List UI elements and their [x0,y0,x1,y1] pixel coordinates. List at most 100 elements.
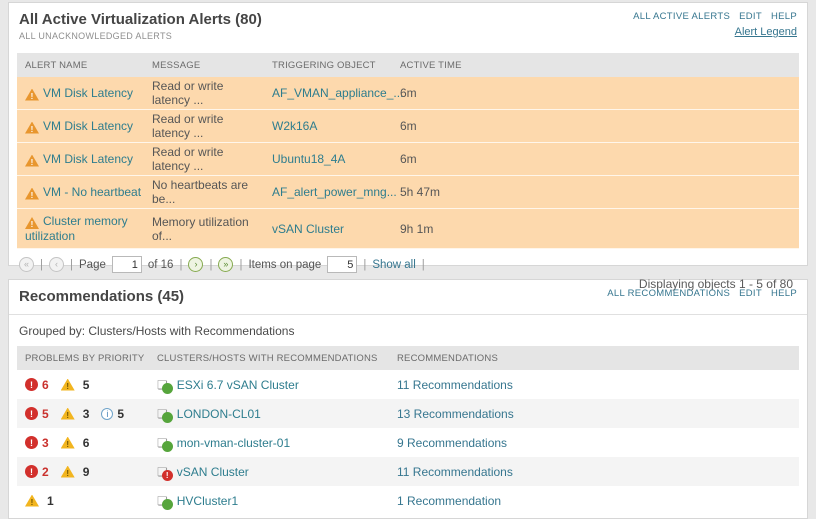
status-critical-icon: ! [161,469,173,481]
recommendations-link[interactable]: 13 Recommendations [397,407,514,421]
status-up-icon [161,382,173,394]
warning-count: 5 [82,377,90,392]
problems-by-priority: ! 1 [17,494,149,508]
edit-link[interactable]: EDIT [739,11,762,22]
col-problems-by-priority: PROBLEMS BY PRIORITY [25,352,145,364]
items-on-page-input[interactable] [327,256,358,273]
recommendations-link[interactable]: 11 Recommendations [397,465,513,479]
alert-row[interactable]: ! VM Disk Latency Read or write latency .… [17,77,799,110]
separator: | [70,258,73,271]
recommendations-cell: 13 Recommendations [389,407,799,421]
separator: | [421,258,425,271]
page-number-input[interactable] [111,256,142,273]
triggering-object-link[interactable]: AF_alert_power_mng... [264,185,397,199]
triggering-object-link[interactable]: vSAN Cluster [264,222,392,236]
items-on-page-label: Items on page [248,258,322,271]
alert-name-link[interactable]: ! VM Disk Latency [17,119,144,134]
triggering-object-link[interactable]: Ubuntu18_4A [264,152,392,166]
alert-message: Read or write latency ... [152,145,224,173]
warning-triangle-icon: ! [25,121,39,134]
cluster-link[interactable]: vSAN Cluster [177,465,249,479]
cluster-link[interactable]: HVCluster1 [177,494,238,508]
prev-page-button[interactable]: ‹ [49,257,64,272]
alert-legend-link[interactable]: Alert Legend [735,26,797,38]
recommendation-row[interactable]: ! 2 ! 9 ❏! vSAN Cluster 11 Recommendations [17,457,799,486]
next-page-button[interactable]: › [188,257,204,272]
col-message: MESSAGE [152,59,201,71]
alert-row[interactable]: ! Cluster memory utilization Memory utili… [17,209,799,249]
alert-active-time: 6m [400,119,417,133]
cluster-link[interactable]: ESXi 6.7 vSAN Cluster [177,378,299,392]
show-all-link[interactable]: Show all [372,259,415,271]
alert-message: Read or write latency ... [152,112,224,140]
cluster-icon: ❏ [157,378,173,394]
critical-count: 2 [42,464,49,479]
separator: | [209,258,213,271]
triggering-object-link[interactable]: W2k16A [264,119,392,133]
warning-triangle-icon: ! [60,465,75,478]
recommendations-cell: 1 Recommendation [389,494,799,508]
status-up-icon [161,411,173,423]
alert-row[interactable]: ! VM - No heartbeat No heartbeats are be.… [17,176,799,209]
cluster-link[interactable]: mon-vman-cluster-01 [177,436,290,450]
warning-count: 9 [82,464,90,479]
info-count: 5 [117,406,125,421]
status-up-icon [161,440,173,452]
critical-icon: ! [25,407,38,420]
cluster-cell: ❏! vSAN Cluster [149,465,389,481]
triggering-object-link[interactable]: AF_VMAN_appliance_... [264,86,403,100]
critical-icon: ! [25,436,38,449]
alert-message: Memory utilization of... [152,214,249,243]
recommendations-cell: 9 Recommendations [389,436,799,450]
page-label: Page [79,258,106,271]
cluster-icon: ❏ [157,494,173,510]
problems-by-priority: ! 3 ! 6 [17,436,149,450]
cluster-link[interactable]: LONDON-CL01 [177,407,261,421]
help-link[interactable]: HELP [771,11,797,22]
recommendations-cell: 11 Recommendations [389,465,799,479]
cluster-icon: ❏ [157,436,173,452]
help-link[interactable]: HELP [771,288,797,299]
alert-row[interactable]: ! VM Disk Latency Read or write latency .… [17,143,799,176]
recommendations-panel: Recommendations (45) ALL RECOMMENDATIONS… [8,279,808,519]
problems-by-priority: ! 5 ! 3 i5 [17,407,149,421]
recommendations-header-links: ALL RECOMMENDATIONS EDIT HELP [607,288,797,299]
alerts-panel-header: All Active Virtualization Alerts (80) AL… [9,3,807,45]
col-recommendations: RECOMMENDATIONS [397,352,498,364]
alert-name-link[interactable]: ! VM - No heartbeat [17,185,144,200]
all-recommendations-link[interactable]: ALL RECOMMENDATIONS [607,288,730,299]
alert-name-link[interactable]: ! VM Disk Latency [17,152,144,167]
recommendations-cell: 11 Recommendations [389,378,799,392]
info-icon: i [101,407,114,420]
warning-triangle-icon: ! [25,187,39,200]
alert-active-time: 6m [400,152,417,166]
cluster-icon: ❏! [157,465,173,481]
recommendations-link[interactable]: 1 Recommendation [397,494,501,508]
recommendations-link[interactable]: 9 Recommendations [397,436,507,450]
warning-triangle-icon: ! [60,407,75,420]
edit-link[interactable]: EDIT [739,288,762,299]
separator: | [363,258,367,271]
all-active-alerts-link[interactable]: ALL ACTIVE ALERTS [633,11,730,22]
first-page-button[interactable]: « [19,257,34,272]
recommendations-link[interactable]: 11 Recommendations [397,378,513,392]
cluster-cell: ❏ LONDON-CL01 [149,407,389,423]
recommendations-panel-header: Recommendations (45) ALL RECOMMENDATIONS… [9,280,807,315]
recommendation-row[interactable]: !5 !3 i5 ❏ LONDON-CL01 13 Recommendation… [17,399,799,428]
critical-icon: ! [25,378,38,391]
problems-by-priority: ! 6 ! 5 [17,378,149,392]
critical-count: 6 [42,377,49,392]
separator: | [179,258,183,271]
recommendation-row[interactable]: ! 6 ! 5 ❏ ESXi 6.7 vSAN Cluster 11 Recomme… [17,370,799,399]
recommendations-table-header: PROBLEMS BY PRIORITY CLUSTERS/HOSTS WITH… [17,346,799,370]
col-alert-name: ALERT NAME [25,59,88,71]
recommendation-row[interactable]: !1 ❏ HVCluster1 1 Recommendation [17,486,799,515]
alert-name-link[interactable]: ! Cluster memory utilization [17,214,144,243]
recommendation-row[interactable]: ! 3 ! 6 ❏ mon-vman-cluster-01 9 Recommenda… [17,428,799,457]
separator: | [239,258,243,271]
alert-name-link[interactable]: ! VM Disk Latency [17,86,144,101]
alert-row[interactable]: ! VM Disk Latency Read or write latency .… [17,110,799,143]
last-page-button[interactable]: » [218,257,234,272]
alerts-panel-subtitle: ALL UNACKNOWLEDGED ALERTS [19,31,173,41]
cluster-cell: ❏ ESXi 6.7 vSAN Cluster [149,378,389,394]
